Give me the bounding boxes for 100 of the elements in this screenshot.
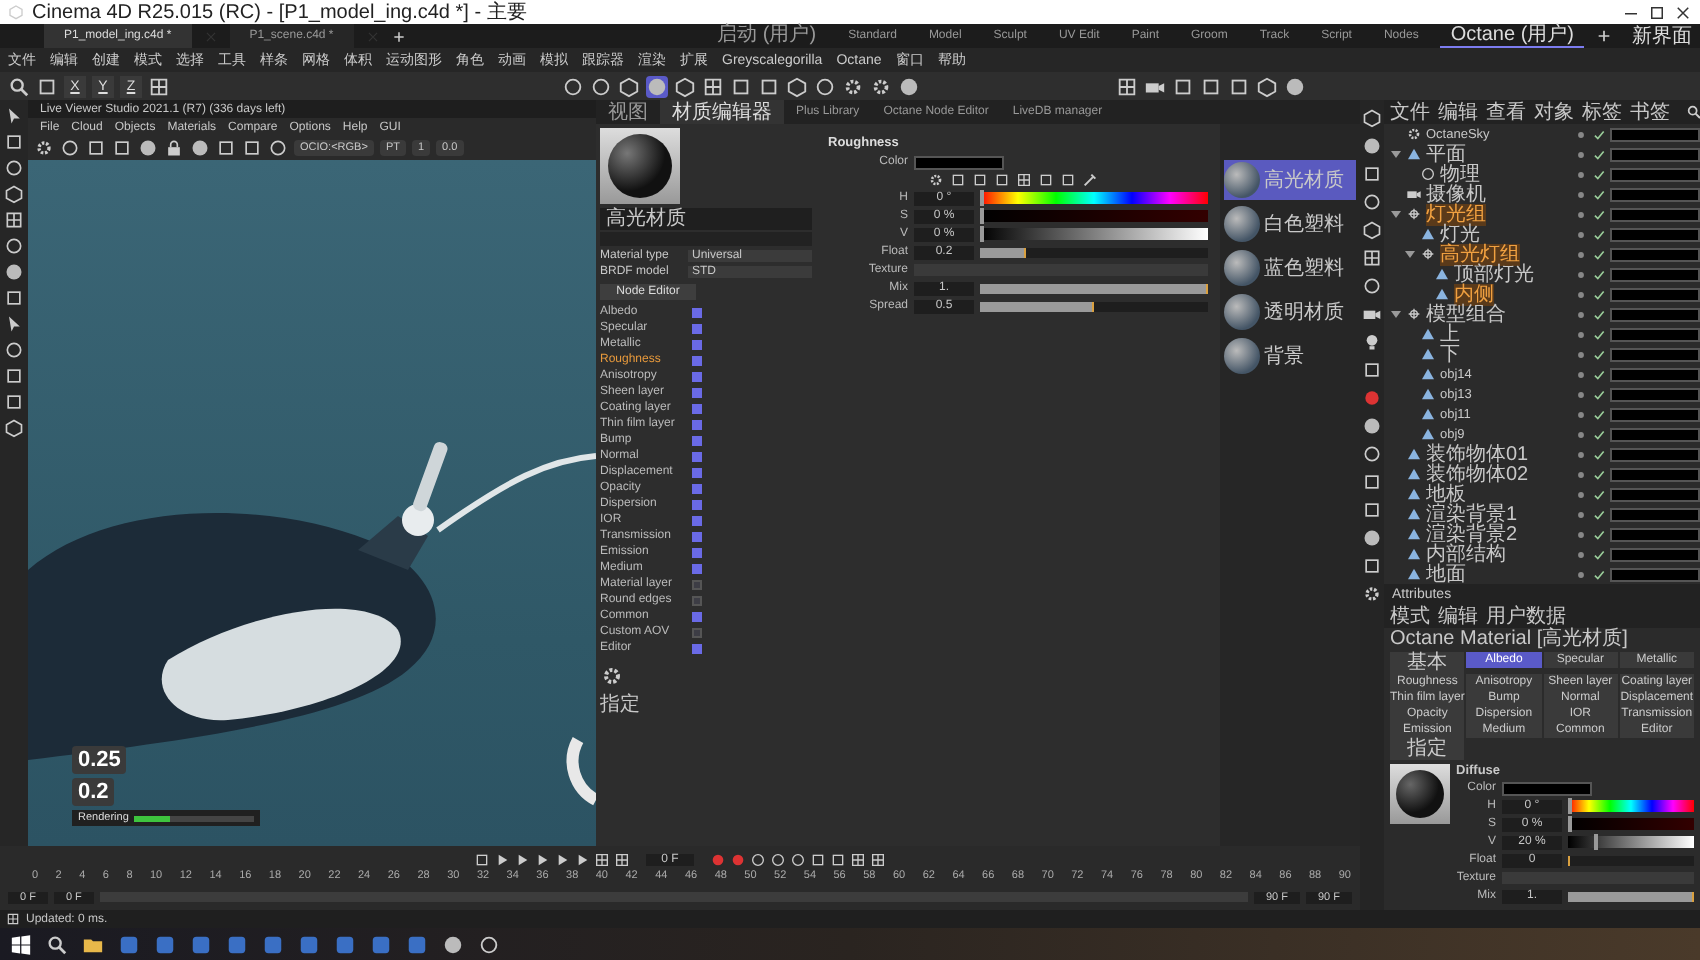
- sphere-icon[interactable]: [1362, 136, 1382, 156]
- object-name[interactable]: 灯光组: [1426, 203, 1486, 225]
- menu-item[interactable]: 查看: [1486, 101, 1526, 123]
- square-icon[interactable]: [36, 75, 58, 97]
- visibility-dot-icon[interactable]: [1574, 327, 1588, 341]
- sphere-icon[interactable]: [1284, 75, 1306, 97]
- app-icon[interactable]: [262, 933, 284, 955]
- channel-checkbox[interactable]: [692, 531, 702, 541]
- windows-logo-icon[interactable]: [10, 933, 32, 955]
- plus-icon[interactable]: [1596, 28, 1612, 44]
- channel-checkbox[interactable]: [692, 627, 702, 637]
- color-swatch[interactable]: [914, 155, 1004, 169]
- visibility-dot-icon[interactable]: [1574, 347, 1588, 361]
- channel-checkbox[interactable]: [692, 435, 702, 445]
- layout-tab[interactable]: 启动 (用户): [707, 24, 827, 48]
- menu-item[interactable]: 对象: [1534, 101, 1574, 123]
- circle-icon[interactable]: [268, 138, 288, 158]
- channel-checkbox[interactable]: [692, 579, 702, 589]
- object-name[interactable]: 灯光: [1440, 223, 1480, 245]
- channel-checkbox[interactable]: [692, 403, 702, 413]
- square-icon[interactable]: [4, 392, 24, 412]
- app-icon[interactable]: [370, 933, 392, 955]
- collapse-triangle-icon[interactable]: [1390, 208, 1402, 220]
- grid-icon[interactable]: [613, 851, 630, 867]
- attribute-tab[interactable]: 指定: [1390, 738, 1465, 760]
- square-icon[interactable]: [1362, 164, 1382, 184]
- square-icon[interactable]: [473, 851, 490, 867]
- sphere-icon[interactable]: [442, 933, 464, 955]
- search-icon[interactable]: [1686, 104, 1700, 120]
- app-icon[interactable]: [406, 933, 428, 955]
- grid-icon[interactable]: [593, 851, 610, 867]
- material-item[interactable]: 透明材质: [1224, 292, 1356, 332]
- circle-icon[interactable]: [4, 236, 24, 256]
- cursor-icon[interactable]: [4, 106, 24, 126]
- grid-icon[interactable]: [870, 851, 887, 867]
- new-layout-button[interactable]: 新界面: [1624, 25, 1700, 47]
- sphere-icon[interactable]: [190, 138, 210, 158]
- square-icon[interactable]: [216, 138, 236, 158]
- grid-icon[interactable]: [1016, 172, 1032, 188]
- circle-icon[interactable]: [750, 851, 767, 867]
- visibility-dot-icon[interactable]: [1574, 227, 1588, 241]
- close-icon[interactable]: [1674, 3, 1692, 21]
- channel-checkbox[interactable]: [692, 387, 702, 397]
- channel-checkbox[interactable]: [692, 419, 702, 429]
- grid-icon[interactable]: [1116, 75, 1138, 97]
- material-item[interactable]: 背景: [1224, 336, 1356, 376]
- circle-icon[interactable]: [4, 158, 24, 178]
- channel-checkbox[interactable]: [692, 355, 702, 365]
- object-name[interactable]: 装饰物体01: [1426, 443, 1529, 465]
- plus-icon[interactable]: [391, 29, 406, 43]
- maximize-icon[interactable]: [1648, 3, 1666, 21]
- circle-icon[interactable]: [590, 75, 612, 97]
- circle-icon[interactable]: [770, 851, 787, 867]
- collapse-triangle-icon[interactable]: [1390, 308, 1402, 320]
- menu-item[interactable]: 文件: [1390, 101, 1430, 123]
- channel-checkbox[interactable]: [692, 611, 702, 621]
- visibility-dot-icon[interactable]: [1574, 207, 1588, 221]
- gradient-marker[interactable]: [1593, 834, 1598, 850]
- gradient-marker[interactable]: [980, 190, 984, 206]
- visibility-dot-icon[interactable]: [1574, 267, 1588, 281]
- material-item[interactable]: 白色塑料: [1224, 204, 1356, 244]
- grid-icon[interactable]: [1362, 248, 1382, 268]
- visibility-dot-icon[interactable]: [1574, 387, 1588, 401]
- square-icon[interactable]: [1038, 172, 1054, 188]
- gear-icon[interactable]: [842, 75, 864, 97]
- slider-fill[interactable]: [980, 283, 1208, 293]
- record-icon[interactable]: [1362, 388, 1382, 408]
- visibility-dot-icon[interactable]: [1574, 247, 1588, 261]
- object-name[interactable]: 内侧: [1454, 283, 1494, 305]
- grid-icon[interactable]: [702, 75, 724, 97]
- square-icon[interactable]: [4, 288, 24, 308]
- circle-icon[interactable]: [1362, 276, 1382, 296]
- menu-item[interactable]: 标签: [1582, 101, 1622, 123]
- lock-icon[interactable]: [164, 138, 184, 158]
- sphere-icon[interactable]: [1362, 528, 1382, 548]
- square-icon[interactable]: [730, 75, 752, 97]
- app-icon[interactable]: [190, 933, 212, 955]
- square-icon[interactable]: [242, 138, 262, 158]
- gradient-marker[interactable]: [1568, 816, 1572, 832]
- square-icon[interactable]: [86, 138, 106, 158]
- gear-icon[interactable]: [600, 664, 624, 688]
- square-icon[interactable]: [4, 132, 24, 152]
- app-icon[interactable]: [154, 933, 176, 955]
- slider-fill[interactable]: [1568, 891, 1694, 901]
- square-icon[interactable]: [1362, 472, 1382, 492]
- visibility-dot-icon[interactable]: [1574, 487, 1588, 501]
- object-name[interactable]: 模型组合: [1426, 303, 1506, 325]
- object-name[interactable]: 下: [1440, 343, 1460, 365]
- channel-checkbox[interactable]: [692, 467, 702, 477]
- visibility-dot-icon[interactable]: [1574, 547, 1588, 561]
- square-icon[interactable]: [4, 366, 24, 386]
- app-icon[interactable]: [334, 933, 356, 955]
- gradient-marker[interactable]: [980, 226, 984, 242]
- search-icon[interactable]: [8, 75, 30, 97]
- cursor-icon[interactable]: [4, 314, 24, 334]
- square-icon[interactable]: [950, 172, 966, 188]
- visibility-dot-icon[interactable]: [1574, 167, 1588, 181]
- app-icon[interactable]: [226, 933, 248, 955]
- app-icon[interactable]: [118, 933, 140, 955]
- square-icon[interactable]: [830, 851, 847, 867]
